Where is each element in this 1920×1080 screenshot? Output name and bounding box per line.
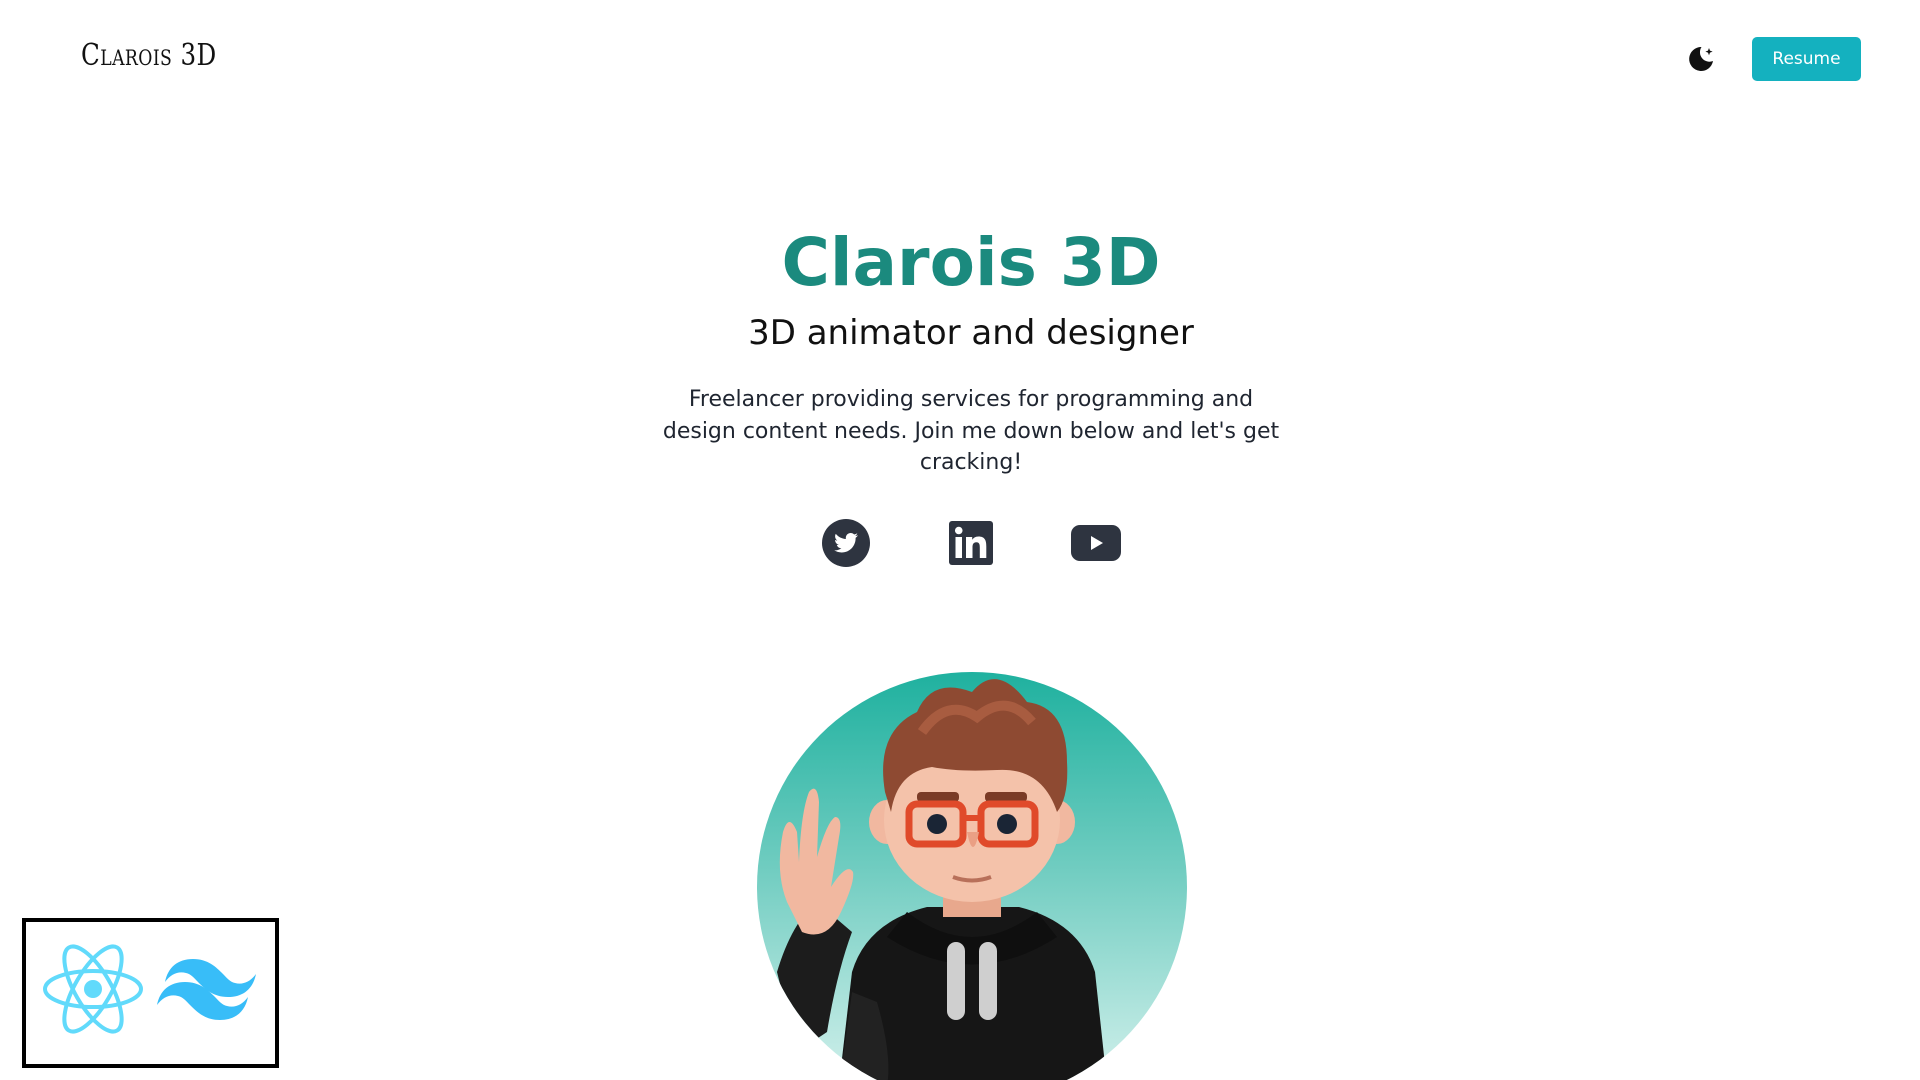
hero-title: Clarois 3D (781, 224, 1161, 301)
hero-subtitle: 3D animator and designer (748, 313, 1194, 353)
theme-toggle-button[interactable] (1684, 42, 1718, 76)
linkedin-link[interactable] (946, 518, 996, 568)
twitter-icon (822, 519, 870, 567)
tailwind-icon (157, 959, 256, 1020)
linkedin-icon (949, 521, 993, 565)
navbar: Clarois 3D Resume (0, 0, 1920, 118)
hero-description: Freelancer providing services for progra… (662, 387, 1280, 475)
twitter-link[interactable] (821, 518, 871, 568)
avatar-character-illustration (777, 679, 1107, 1080)
resume-button[interactable]: Resume (1752, 37, 1861, 81)
react-icon (43, 944, 143, 1034)
brand-logo[interactable]: Clarois 3D (81, 38, 217, 73)
youtube-icon (1071, 525, 1121, 561)
social-links (0, 518, 1920, 568)
tech-stack-badges (22, 918, 279, 1068)
page: Clarois 3D Resume Clarois 3D 3D animator… (0, 0, 1920, 1080)
avatar (757, 672, 1187, 1080)
moon-icon (1689, 46, 1713, 71)
youtube-link[interactable] (1071, 518, 1121, 568)
